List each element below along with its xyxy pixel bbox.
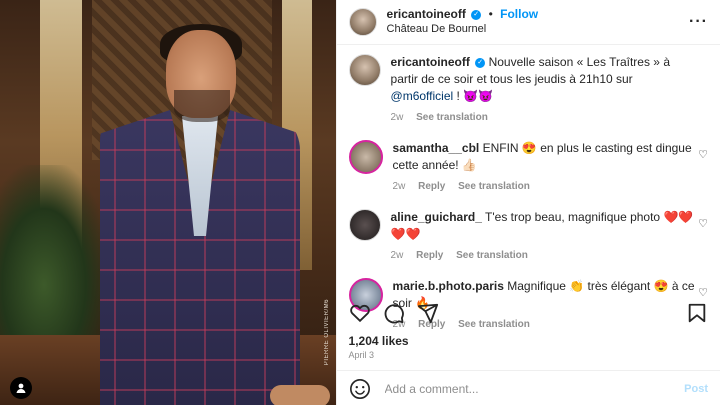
caption-author[interactable]: ericantoineoff: [391, 55, 470, 69]
reply-link[interactable]: Reply: [416, 250, 443, 261]
beard: [174, 90, 230, 122]
follow-button[interactable]: Follow: [500, 7, 538, 21]
commenter-avatar[interactable]: [348, 140, 383, 174]
header-text: ericantoineoff ✓ • Follow Château De Bou…: [387, 7, 689, 37]
commenter-avatar[interactable]: [348, 209, 381, 241]
verified-badge-icon: ✓: [471, 9, 482, 20]
comment-author[interactable]: samantha__cbl: [393, 141, 480, 155]
comment-author[interactable]: aline_guichard_: [391, 210, 482, 224]
more-options-icon[interactable]: ···: [689, 13, 708, 31]
see-translation-link[interactable]: See translation: [416, 112, 488, 123]
comment-time[interactable]: 2w: [393, 181, 406, 192]
like-heart-icon[interactable]: [349, 302, 371, 324]
like-comment-icon[interactable]: ♡: [698, 217, 708, 230]
hand: [270, 385, 330, 405]
man-in-plaid-suit: [70, 24, 330, 405]
likes-count[interactable]: 1,204 likes: [349, 334, 409, 348]
caption-time[interactable]: 2w: [391, 112, 404, 123]
share-icon[interactable]: [417, 302, 439, 324]
see-translation-link[interactable]: See translation: [458, 181, 530, 192]
post-header: ericantoineoff ✓ • Follow Château De Bou…: [336, 0, 720, 45]
photo-credit: PIERRE OLIVIER/M6: [323, 298, 330, 365]
location-link[interactable]: Château De Bournel: [387, 22, 689, 37]
action-bar: [349, 300, 708, 326]
see-translation-link[interactable]: See translation: [456, 250, 528, 261]
verified-badge-icon: ✓: [475, 57, 486, 68]
comment-time[interactable]: 2w: [391, 250, 404, 261]
like-comment-icon[interactable]: ♡: [698, 286, 708, 299]
caption: ericantoineoff ✓ Nouvelle saison « Les T…: [348, 54, 708, 126]
author-username[interactable]: ericantoineoff: [387, 7, 466, 21]
like-comment-icon[interactable]: ♡: [698, 148, 708, 161]
mention-link[interactable]: @m6officiel: [391, 89, 454, 103]
reply-link[interactable]: Reply: [418, 181, 445, 192]
post-comment-button[interactable]: Post: [684, 383, 708, 395]
post-date: April 3: [348, 350, 375, 360]
comment: aline_guichard_ T'es trop beau, magnifiq…: [348, 209, 708, 264]
save-bookmark-icon[interactable]: [686, 302, 708, 324]
separator-dot: •: [488, 7, 493, 21]
tagged-user-icon[interactable]: [10, 377, 32, 399]
comment: samantha__cbl ENFIN 😍 en plus le casting…: [348, 140, 708, 195]
caption-text-end: ! 😈😈: [453, 89, 494, 103]
author-avatar[interactable]: [348, 54, 381, 86]
post-side-panel: ericantoineoff ✓ • Follow Château De Bou…: [335, 0, 720, 406]
emoji-icon[interactable]: [349, 378, 371, 400]
post-photo[interactable]: PIERRE OLIVIER/M6: [0, 0, 336, 405]
comment-icon[interactable]: [383, 302, 405, 324]
comment-composer: Post: [336, 370, 720, 406]
author-avatar[interactable]: [348, 8, 377, 36]
comment-author[interactable]: marie.b.photo.paris: [393, 279, 504, 293]
comment-input[interactable]: [382, 380, 685, 397]
instagram-post: PIERRE OLIVIER/M6 ericantoineoff ✓ • Fol…: [0, 0, 720, 405]
